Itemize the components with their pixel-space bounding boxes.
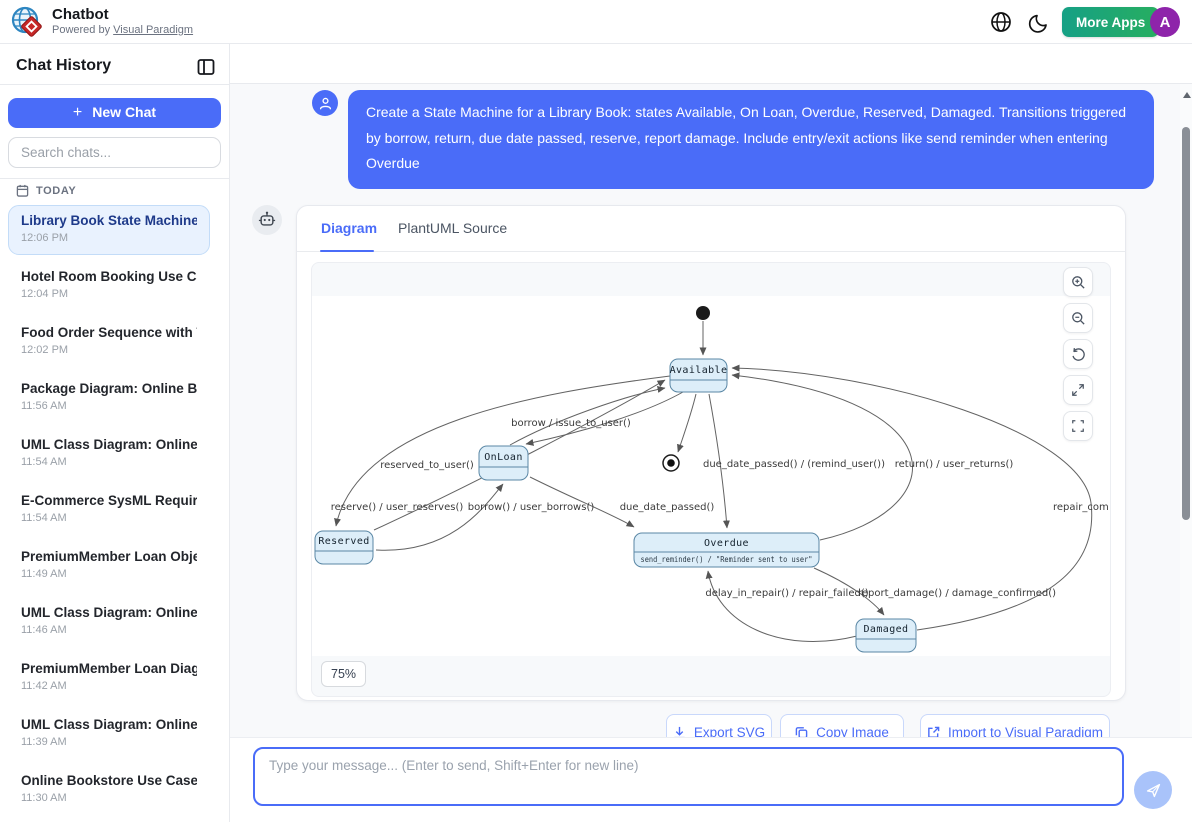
robot-icon bbox=[258, 211, 276, 229]
transition-label: borrow / issue_to_user() bbox=[511, 418, 631, 429]
transition-label: due_date_passed() bbox=[620, 502, 715, 513]
send-button[interactable] bbox=[1134, 771, 1172, 809]
state-machine-diagram: Available OnLoan Reserved Overdue send_r… bbox=[312, 263, 1111, 697]
chat-history-item[interactable]: Package Diagram: Online Bo... 11:56 AM bbox=[8, 373, 210, 423]
initial-state bbox=[696, 306, 710, 320]
diagram-tabs: Diagram PlantUML Source bbox=[297, 206, 1125, 252]
chat-history-item[interactable]: Food Order Sequence with Ti... 12:02 PM bbox=[8, 317, 210, 367]
chat-history-item[interactable]: E-Commerce SysML Require... 11:54 AM bbox=[8, 485, 210, 535]
transition-label: reserve() / user_reserves() bbox=[331, 502, 464, 513]
more-apps-button[interactable]: More Apps bbox=[1062, 7, 1159, 37]
message-input[interactable] bbox=[253, 747, 1124, 806]
chat-history-item[interactable]: UML Class Diagram: Online L... 11:46 AM bbox=[8, 597, 210, 647]
main-scrollbar-thumb[interactable] bbox=[1182, 127, 1190, 520]
fullscreen-corners-icon bbox=[1071, 419, 1085, 433]
chat-history-item[interactable]: UML Class Diagram: Online L... 11:54 AM bbox=[8, 429, 210, 479]
chat-history-item[interactable]: PremiumMember Loan Obje... 11:49 AM bbox=[8, 541, 210, 591]
new-chat-button[interactable]: +New Chat bbox=[8, 98, 221, 128]
zoom-in-button[interactable] bbox=[1063, 267, 1093, 297]
bot-avatar bbox=[252, 205, 282, 235]
search-chats-input[interactable] bbox=[8, 137, 221, 168]
transition-label: reserved_to_user() bbox=[380, 460, 474, 471]
state-damaged: Damaged bbox=[856, 619, 916, 652]
plus-icon: + bbox=[73, 104, 82, 121]
chat-history-item[interactable]: Hotel Room Booking Use Case 12:04 PM bbox=[8, 261, 210, 311]
fit-to-screen-button[interactable] bbox=[1063, 375, 1093, 405]
date-section-header: TODAY bbox=[16, 184, 76, 197]
user-message-avatar bbox=[312, 90, 338, 116]
chat-title-bar bbox=[230, 44, 1192, 84]
svg-text:send_reminder() / "Reminder se: send_reminder() / "Reminder sent to user… bbox=[641, 555, 813, 564]
divider bbox=[0, 178, 229, 179]
final-state bbox=[663, 455, 679, 471]
fullscreen-button[interactable] bbox=[1063, 411, 1093, 441]
send-plane-icon bbox=[1145, 782, 1162, 799]
svg-text:Damaged: Damaged bbox=[864, 624, 909, 635]
state-reserved: Reserved bbox=[315, 531, 373, 564]
svg-text:Available: Available bbox=[670, 365, 728, 376]
zoom-out-button[interactable] bbox=[1063, 303, 1093, 333]
state-onloan: OnLoan bbox=[479, 446, 528, 480]
diagram-viewport[interactable]: Available OnLoan Reserved Overdue send_r… bbox=[311, 262, 1111, 697]
chat-history-item[interactable]: PremiumMember Loan Diagr... 11:42 AM bbox=[8, 653, 210, 703]
transition-label: delay_in_repair() / repair_failed() bbox=[705, 588, 868, 599]
zoom-level-badge: 75% bbox=[321, 661, 366, 687]
divider bbox=[0, 84, 229, 85]
expand-arrows-icon bbox=[1071, 383, 1085, 397]
dark-mode-moon-icon[interactable] bbox=[1027, 11, 1051, 35]
svg-text:Overdue: Overdue bbox=[704, 538, 749, 549]
sidebar-title: Chat History bbox=[16, 57, 111, 75]
app-header: Chatbot Powered by Visual Paradigm More … bbox=[0, 0, 1192, 44]
chat-history-sidebar: Chat History +New Chat TODAY Library Boo… bbox=[0, 44, 230, 822]
language-globe-icon[interactable] bbox=[989, 10, 1013, 34]
state-available: Available bbox=[670, 359, 728, 392]
app-logo-icon bbox=[10, 5, 44, 39]
reset-view-button[interactable] bbox=[1063, 339, 1093, 369]
tab-diagram[interactable]: Diagram bbox=[321, 220, 377, 236]
zoom-in-icon bbox=[1071, 275, 1086, 290]
visual-paradigm-link[interactable]: Visual Paradigm bbox=[113, 24, 193, 36]
collapse-sidebar-icon[interactable] bbox=[196, 57, 216, 77]
active-tab-underline bbox=[320, 250, 374, 253]
message-input-bar bbox=[230, 737, 1192, 822]
powered-by: Powered by Visual Paradigm bbox=[52, 24, 193, 36]
svg-text:OnLoan: OnLoan bbox=[484, 452, 523, 463]
user-message-bubble: Create a State Machine for a Library Boo… bbox=[348, 90, 1154, 189]
app-title: Chatbot bbox=[52, 6, 109, 23]
calendar-icon bbox=[16, 184, 29, 197]
chat-history-item[interactable]: UML Class Diagram: Online L... 11:39 AM bbox=[8, 709, 210, 759]
transition-label: report_damage() / damage_confirmed() bbox=[858, 588, 1056, 599]
user-avatar-badge[interactable]: A bbox=[1150, 7, 1180, 37]
diagram-canvas bbox=[312, 296, 1111, 656]
state-overdue: Overdue send_reminder() / "Reminder sent… bbox=[634, 533, 819, 567]
transition-label: repair_com bbox=[1053, 502, 1109, 513]
transition-label: return() / user_returns() bbox=[895, 459, 1014, 470]
zoom-out-icon bbox=[1071, 311, 1086, 326]
tab-plantuml-source[interactable]: PlantUML Source bbox=[398, 220, 507, 236]
transition-label: due_date_passed() / (remind_user()) bbox=[703, 459, 885, 470]
svg-text:Reserved: Reserved bbox=[318, 536, 369, 547]
main-scroll-up-arrow[interactable] bbox=[1183, 92, 1191, 98]
person-icon bbox=[318, 96, 333, 111]
transition-label: borrow() / user_borrows() bbox=[468, 502, 595, 513]
reset-rotate-icon bbox=[1071, 347, 1086, 362]
chat-history-item[interactable]: Online Bookstore Use Case D... 11:30 AM bbox=[8, 765, 210, 815]
chat-history-item-selected[interactable]: Library Book State Machine 12:06 PM bbox=[8, 205, 210, 255]
